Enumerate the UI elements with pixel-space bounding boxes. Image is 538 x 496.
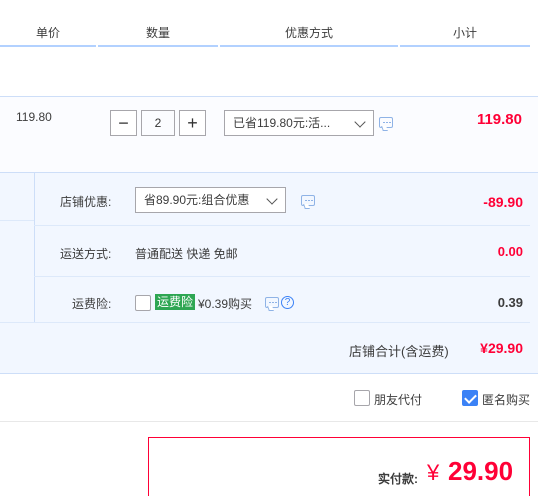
currency-symbol: ¥ [427, 460, 440, 485]
pay-amount: 29.90 [448, 456, 514, 486]
header-underline [98, 45, 218, 47]
col-header-subtotal: 小计 [452, 26, 477, 40]
divider [0, 220, 34, 221]
store-discount-amount: -89.90 [483, 194, 523, 210]
message-icon[interactable] [265, 297, 279, 308]
shipping-amount: 0.00 [497, 244, 523, 259]
item-discount-select[interactable]: 已省119.80元:活... [224, 110, 374, 136]
col-header-discount: 优惠方式 [284, 26, 333, 40]
header-underline [220, 45, 398, 47]
item-unit-price: 119.80 [16, 110, 52, 124]
order-options: 朋友代付 匿名购买 [0, 374, 538, 422]
item-subtotal: 119.80 [476, 111, 522, 128]
shop-total-amount: ¥29.90 [480, 340, 523, 356]
col-header-qty: 数量 [145, 26, 170, 40]
insurance-price: ¥0.39购买 [198, 297, 253, 311]
friend-pay-checkbox[interactable] [354, 390, 370, 406]
pay-label: 实付款: [378, 472, 418, 486]
qty-plus-button[interactable]: + [179, 110, 206, 136]
insurance-tag: 运费险 [155, 294, 196, 310]
message-icon[interactable] [379, 117, 393, 128]
insurance-checkbox[interactable] [135, 295, 151, 311]
chevron-down-icon [354, 116, 366, 128]
divider [34, 225, 530, 226]
friend-pay-label[interactable]: 朋友代付 [374, 391, 422, 408]
quantity-stepper: − 2 + [110, 110, 206, 136]
col-header-price: 单价 [35, 26, 60, 40]
chevron-down-icon [266, 193, 278, 205]
shop-total-label: 店铺合计(含运费) [349, 344, 449, 359]
divider [0, 322, 530, 323]
qty-input[interactable]: 2 [141, 110, 175, 136]
store-discount-label: 店铺优惠: [60, 195, 112, 209]
table-header: 单价 数量 优惠方式 小计 [0, 21, 538, 47]
store-discount-select-value: 省89.90元:组合优惠 [144, 193, 250, 207]
shop-summary: 店铺优惠: 省89.90元:组合优惠 -89.90 运送方式: 普通配送 快递 … [0, 172, 538, 374]
divider [34, 276, 530, 277]
item-discount-select-value: 已省119.80元:活... [233, 116, 331, 130]
store-discount-select[interactable]: 省89.90元:组合优惠 [135, 187, 286, 213]
payment-summary: 实付款: ¥ 29.90 [148, 437, 530, 496]
header-underline [400, 45, 530, 47]
message-icon[interactable] [301, 195, 315, 206]
shipping-value: 普通配送 快递 免邮 [135, 247, 238, 261]
shipping-label: 运送方式: [60, 247, 112, 261]
insurance-amount: 0.39 [497, 295, 523, 310]
qty-minus-button[interactable]: − [110, 110, 137, 136]
header-underline [0, 45, 96, 47]
insurance-label: 运费险: [72, 297, 112, 311]
anonymous-checkbox[interactable] [462, 390, 478, 406]
item-row: 119.80 − 2 + 已省119.80元:活... 119.80 [0, 96, 538, 172]
help-icon[interactable]: ? [281, 296, 294, 309]
anonymous-label[interactable]: 匿名购买 [482, 391, 530, 408]
